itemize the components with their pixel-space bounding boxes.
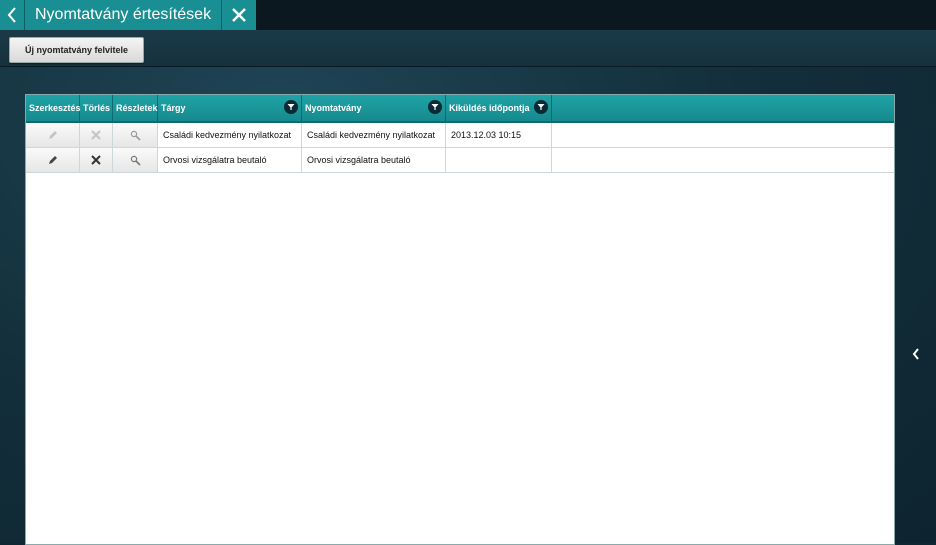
column-header-edit: Szerkesztés bbox=[26, 95, 81, 121]
filter-icon[interactable] bbox=[534, 100, 548, 114]
new-form-button[interactable]: Új nyomtatvány felvitele bbox=[9, 37, 145, 63]
pencil-icon bbox=[48, 131, 57, 139]
pencil-icon bbox=[48, 156, 57, 164]
grid-header: Szerkesztés Törlés Részletek Tárgy Nyomt… bbox=[26, 95, 894, 123]
delete-button[interactable] bbox=[80, 148, 113, 172]
column-header-form[interactable]: Nyomtatvány bbox=[302, 95, 446, 121]
x-icon bbox=[91, 130, 101, 140]
toolbar: Új nyomtatvány felvitele bbox=[0, 30, 936, 67]
x-icon bbox=[91, 155, 101, 165]
column-header-subject-label: Tárgy bbox=[161, 103, 186, 113]
form-cell: Családi kedvezmény nyilatkozat bbox=[302, 123, 446, 147]
window-tab: Nyomtatvány értesítések bbox=[0, 0, 257, 30]
title-bar: Nyomtatvány értesítések bbox=[0, 0, 936, 30]
column-header-details: Részletek bbox=[113, 95, 158, 121]
filter-icon[interactable] bbox=[428, 100, 442, 114]
back-button[interactable] bbox=[0, 0, 25, 30]
details-button[interactable] bbox=[113, 123, 158, 147]
subject-cell: Családi kedvezmény nyilatkozat bbox=[158, 123, 302, 147]
column-header-subject[interactable]: Tárgy bbox=[158, 95, 302, 121]
column-header-delete: Törlés bbox=[80, 95, 113, 121]
sent-date-cell bbox=[446, 148, 552, 172]
sent-date-cell: 2013.12.03 10:15 bbox=[446, 123, 552, 147]
column-header-sent-label: Kiküldés időpontja bbox=[449, 103, 530, 113]
close-icon bbox=[232, 8, 246, 22]
chevron-left-icon bbox=[7, 7, 16, 23]
column-header-sent[interactable]: Kiküldés időpontja bbox=[446, 95, 552, 121]
delete-button[interactable] bbox=[80, 123, 113, 147]
magnifier-icon bbox=[130, 155, 141, 166]
table-row: Orvosi vizsgálatra beutaló Orvosi vizsgá… bbox=[26, 148, 894, 173]
edit-button[interactable] bbox=[26, 123, 80, 147]
edit-button[interactable] bbox=[26, 148, 80, 172]
chevron-left-icon bbox=[912, 348, 919, 360]
filter-icon[interactable] bbox=[284, 100, 298, 114]
side-panel-toggle[interactable] bbox=[906, 340, 926, 368]
subject-cell: Orvosi vizsgálatra beutaló bbox=[158, 148, 302, 172]
column-header-form-label: Nyomtatvány bbox=[305, 103, 362, 113]
notifications-grid: Szerkesztés Törlés Részletek Tárgy Nyomt… bbox=[25, 94, 895, 545]
table-row: Családi kedvezmény nyilatkozat Családi k… bbox=[26, 123, 894, 148]
window-title: Nyomtatvány értesítések bbox=[25, 0, 223, 30]
magnifier-icon bbox=[130, 130, 141, 141]
details-button[interactable] bbox=[113, 148, 158, 172]
form-cell: Orvosi vizsgálatra beutaló bbox=[302, 148, 446, 172]
close-button[interactable] bbox=[222, 0, 256, 30]
